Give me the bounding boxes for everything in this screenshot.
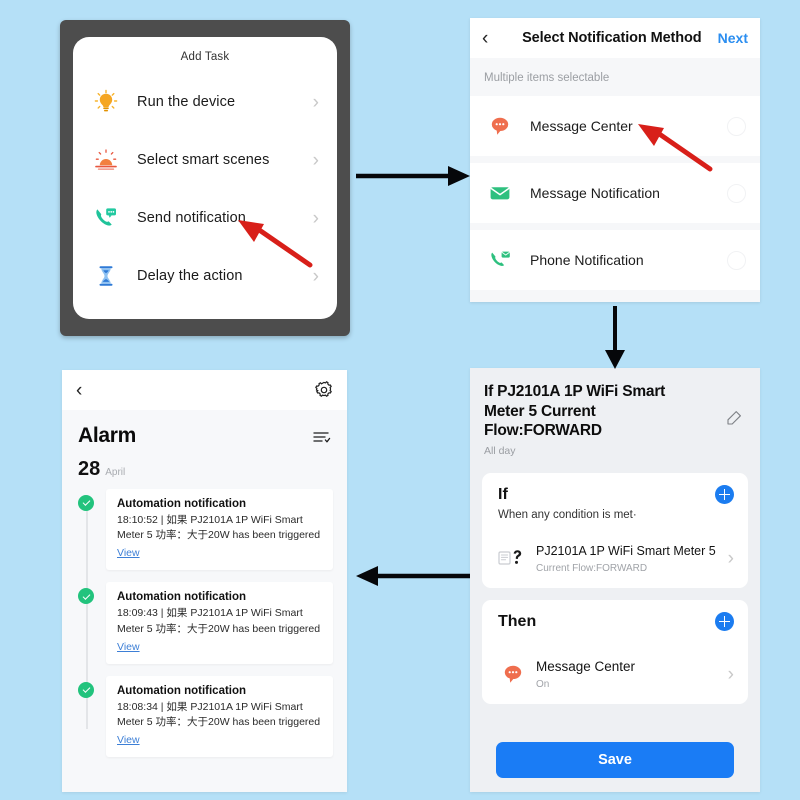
task-label: Delay the action [137,268,243,284]
notification-title: Automation notification [117,591,247,604]
notify-option-phone-notification[interactable]: Phone Notification [470,230,760,290]
chevron-left-icon[interactable]: ‹ [482,29,506,48]
if-condition-item[interactable]: PJ2101A 1P WiFi Smart Meter 5 Current Fl… [482,529,748,588]
chevron-right-icon [313,151,319,170]
then-action-item[interactable]: Message Center On [482,645,748,704]
then-item-name: Message Center [536,659,636,675]
page-title: Alarm [78,424,137,447]
radio-message-center[interactable] [727,116,746,136]
chevron-right-icon [313,93,319,112]
if-condition-mode[interactable]: When any condition is met· [482,504,748,521]
alarm-date-day: 28 [78,458,101,480]
sunrise-scene-icon [89,143,123,177]
save-button[interactable]: Save [496,742,734,778]
chevron-right-icon [313,209,319,228]
task-label: Run the device [137,94,236,110]
list-item[interactable]: Automation notification 18:10:52 | 如果 PJ… [78,489,347,571]
arrow-automation-to-alarm [356,566,470,586]
radio-message-notification[interactable] [727,183,746,203]
next-button[interactable]: Next [718,30,748,46]
chevron-left-icon[interactable]: ‹ [76,381,315,400]
if-item-name: PJ2101A 1P WiFi Smart Meter 5 [536,544,716,559]
hourglass-icon [89,259,123,293]
notification-card[interactable]: Automation notification 18:08:34 | 如果 PJ… [106,675,333,758]
alarm-date-month: April [105,467,126,478]
panel-automation-detail: If PJ2101A 1P WiFi Smart Meter 5 Current… [470,368,760,792]
then-card-header: Then [482,612,748,632]
if-card: If When any condition is met· PJ2101A 1P… [482,473,748,589]
task-row-select-smart-scenes[interactable]: Select smart scenes [73,131,337,189]
view-link[interactable]: View [117,641,140,653]
plus-circle-icon-if[interactable] [715,485,734,505]
task-row-send-notification[interactable]: Send notification [73,189,337,247]
read-check-icon [78,495,94,511]
list-item[interactable]: Automation notification 18:08:34 | 如果 PJ… [78,675,347,758]
panel-add-task: Add Task Run the device › Select smart s… [60,20,350,336]
add-task-title: Add Task [180,51,230,63]
alarm-header: ‹ [62,370,347,410]
alarm-title-row: Alarm [62,410,347,448]
automation-schedule: All day [484,445,516,458]
if-card-header: If [482,485,748,505]
filter-list-icon[interactable] [313,430,331,444]
then-item-sub: On [536,679,550,691]
notify-option-label: Phone Notification [530,252,644,268]
panel-select-notification-method: ‹ Select Notification Method Next Multip… [470,18,760,302]
task-label: Send notification [137,210,246,226]
speech-bubble-icon [486,115,514,137]
if-item-sub: Current Flow:FORWARD [536,563,648,575]
notification-title: Automation notification [117,498,247,510]
plus-circle-icon-then[interactable] [715,612,734,632]
arrow-notify-method-to-automation [605,306,625,369]
chevron-right-icon [728,549,734,568]
notify-option-label: Message Center [530,118,633,134]
then-item-text: Message Center On [536,658,728,690]
notification-body: 18:09:43 | 如果 PJ2101A 1P WiFi Smart Mete… [117,607,321,635]
notification-body: 18:08:34 | 如果 PJ2101A 1P WiFi Smart Mete… [117,700,321,729]
notify-option-message-center[interactable]: Message Center [470,96,760,156]
lightbulb-icon [89,85,123,119]
smart-meter-icon [496,547,530,569]
alarm-date: 28 April [62,448,347,481]
speech-bubble-icon [496,663,530,685]
chevron-right-icon [313,267,319,286]
then-card: Then Message Center On [482,600,748,705]
notification-card[interactable]: Automation notification 18:10:52 | 如果 PJ… [106,489,333,571]
add-task-screen: Add Task Run the device › Select smart s… [73,37,337,319]
automation-title: If PJ2101A 1P WiFi Smart Meter 5 Current… [484,383,666,440]
task-row-delay-the-action[interactable]: Delay the action [73,247,337,305]
notification-title: Automation notification [117,684,247,697]
gear-icon[interactable] [315,381,333,399]
view-link[interactable]: View [117,734,140,746]
phone-message-icon [89,201,123,235]
notification-body: 18:10:52 | 如果 PJ2101A 1P WiFi Smart Mete… [117,514,321,542]
task-label: Select smart scenes [137,152,270,168]
chevron-right-icon [728,665,734,684]
envelope-icon [486,182,514,204]
notify-option-label: Message Notification [530,185,660,201]
pencil-icon[interactable] [726,410,742,426]
task-row-run-the-device[interactable]: Run the device [73,73,337,131]
read-check-icon [78,681,94,698]
page-title: Select Notification Method [522,30,702,46]
notify-method-subtitle: Multiple items selectable [470,58,760,96]
read-check-icon [78,588,94,605]
panel-alarm: ‹ Alarm 28 April Automation notification… [62,370,347,792]
then-heading: Then [498,612,537,630]
phone-envelope-icon [486,249,514,271]
notification-card[interactable]: Automation notification 18:09:43 | 如果 PJ… [106,582,333,664]
alarm-notification-list: Automation notification 18:10:52 | 如果 PJ… [62,489,347,758]
radio-phone-notification[interactable] [727,250,746,270]
add-task-list: Run the device › Select smart scenes › S… [73,73,337,305]
automation-header: If PJ2101A 1P WiFi Smart Meter 5 Current… [470,368,760,465]
if-heading: If [498,485,508,503]
view-link[interactable]: View [117,547,140,559]
if-item-text: PJ2101A 1P WiFi Smart Meter 5 Current Fl… [536,542,728,574]
list-item[interactable]: Automation notification 18:09:43 | 如果 PJ… [78,582,347,664]
notify-method-header: ‹ Select Notification Method Next [470,18,760,58]
notify-option-message-notification[interactable]: Message Notification [470,163,760,223]
arrow-add-task-to-notify-method [356,166,470,186]
